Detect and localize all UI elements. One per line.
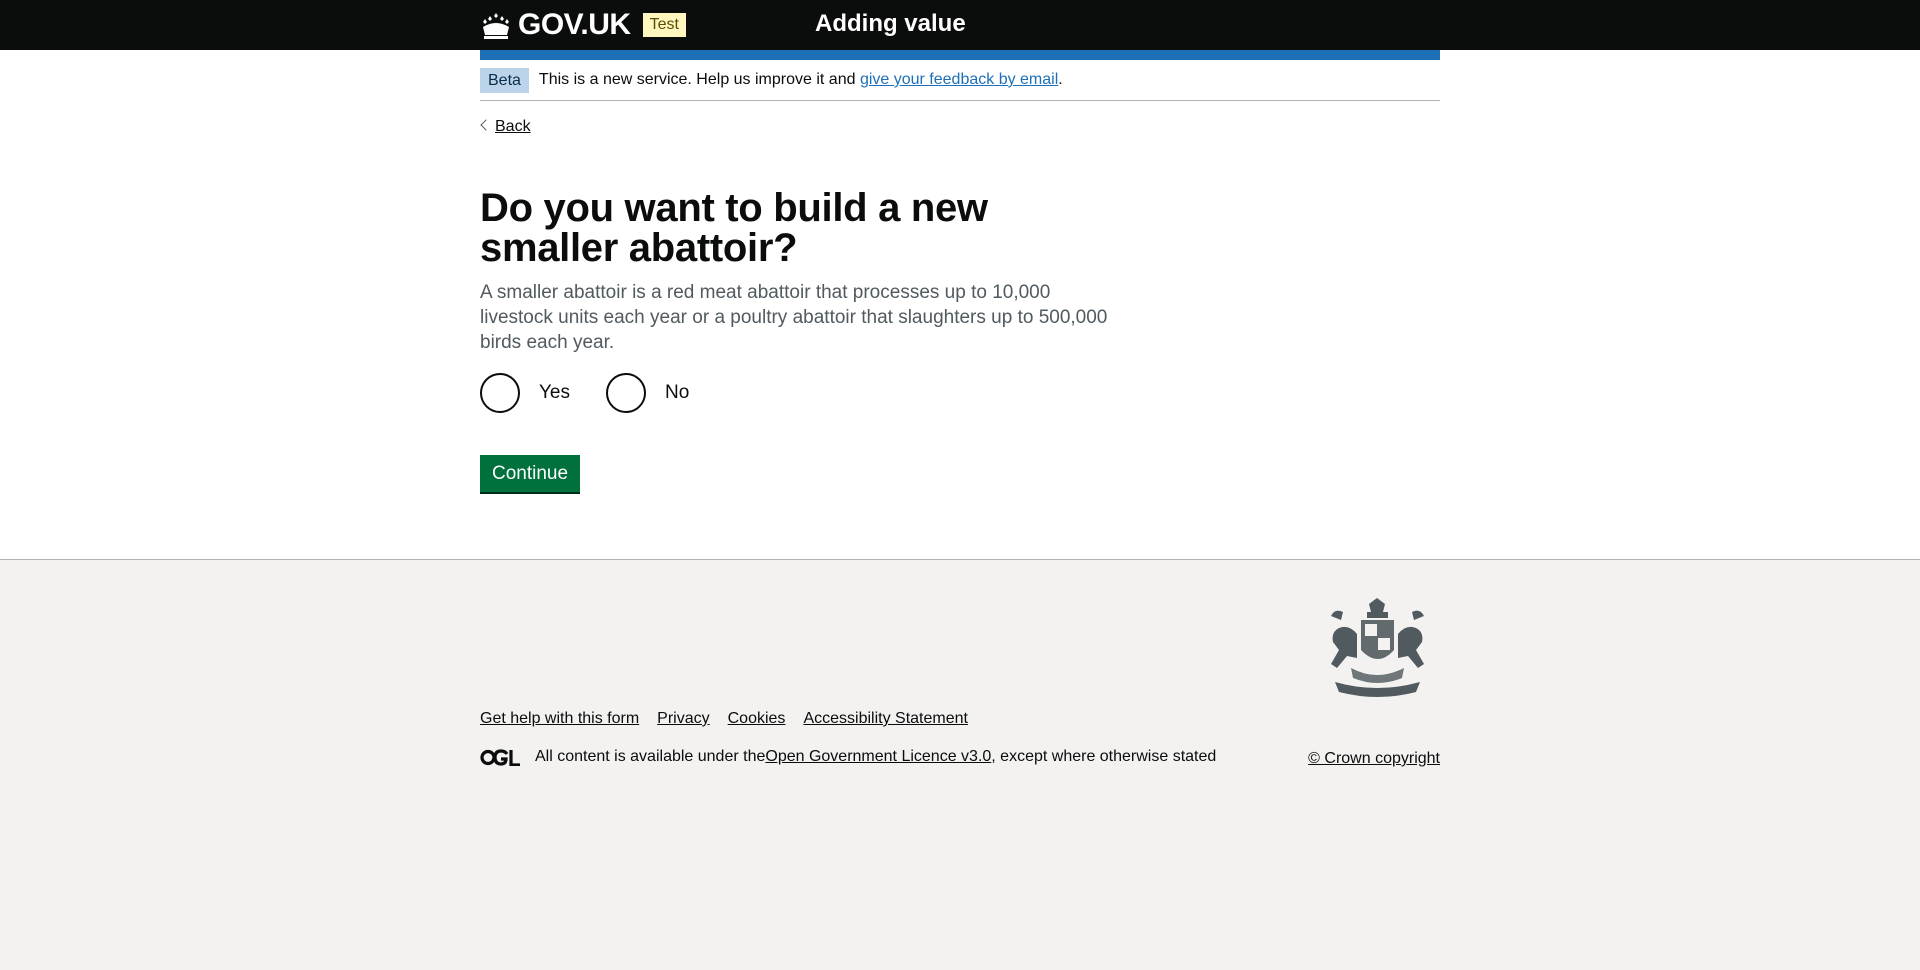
licence-text-before: All content is available under the xyxy=(535,748,766,765)
footer-link-privacy[interactable]: Privacy xyxy=(657,710,709,728)
beta-tag: Beta xyxy=(480,67,529,93)
back-link-label: Back xyxy=(495,118,531,135)
radio-group: Yes No xyxy=(480,373,1440,413)
ogl-logo-icon xyxy=(480,748,520,766)
govuk-header: GOV.UK Test Adding value xyxy=(0,0,1920,50)
phase-banner-text-after: . xyxy=(1058,71,1063,88)
footer-link-accessibility[interactable]: Accessibility Statement xyxy=(803,710,968,728)
page-title: Do you want to build a new smaller abatt… xyxy=(480,186,988,270)
feedback-email-link[interactable]: give your feedback by email xyxy=(860,71,1058,88)
phase-banner-text: This is a new service. Help us improve i… xyxy=(539,71,1063,89)
crown-copyright-link[interactable]: © Crown copyright xyxy=(1308,750,1440,768)
main-content: Do you want to build a new smaller abatt… xyxy=(480,136,1440,559)
ogl-licence-link[interactable]: Open Government Licence v3.0 xyxy=(765,748,991,766)
footer-links: Get help with this form Privacy Cookies … xyxy=(480,710,968,728)
footer-link-help[interactable]: Get help with this form xyxy=(480,710,639,728)
govuk-footer: Get help with this form Privacy Cookies … xyxy=(0,559,1920,964)
govuk-logo-link[interactable]: GOV.UK xyxy=(480,8,631,42)
footer-link-cookies[interactable]: Cookies xyxy=(728,710,786,728)
radio-label-yes: Yes xyxy=(539,382,570,403)
page-top: GOV.UK Test Adding value Beta This is a … xyxy=(0,0,1920,559)
radio-option-no[interactable]: No xyxy=(606,373,689,413)
radio-label-no: No xyxy=(665,382,690,403)
govuk-logo-text: GOV.UK xyxy=(518,8,631,41)
header-blue-bar xyxy=(480,50,1440,60)
back-chevron-icon xyxy=(480,119,492,131)
environment-tag: Test xyxy=(642,13,686,37)
radio-button-no[interactable] xyxy=(606,373,646,413)
back-link[interactable]: Back xyxy=(480,118,531,136)
question-hint: A smaller abattoir is a red meat abattoi… xyxy=(480,282,1108,353)
continue-button[interactable]: Continue xyxy=(480,455,581,492)
crown-icon xyxy=(483,13,509,39)
radio-button-yes[interactable] xyxy=(480,373,520,413)
phase-banner: Beta This is a new service. Help us impr… xyxy=(480,60,1440,101)
licence-text-after: , except where otherwise stated xyxy=(991,748,1217,765)
radio-option-yes[interactable]: Yes xyxy=(480,373,570,413)
service-name-link[interactable]: Adding value xyxy=(815,10,966,38)
licence-statement: All content is available under the Open … xyxy=(480,748,1216,766)
royal-coat-of-arms-icon xyxy=(1331,598,1424,697)
phase-banner-text-before: This is a new service. Help us improve i… xyxy=(538,71,860,88)
